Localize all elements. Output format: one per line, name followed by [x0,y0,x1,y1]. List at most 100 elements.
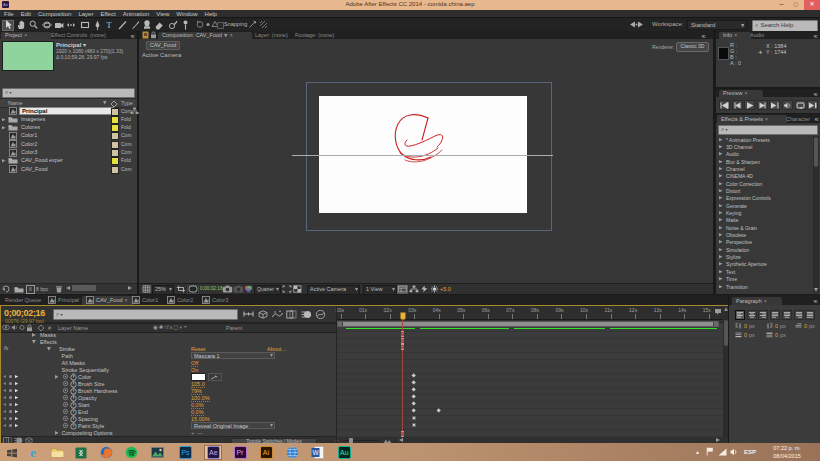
zoom-dropdown-part[interactable] [169,288,172,291]
effects-category[interactable]: 3D Channel [716,143,812,150]
keyframe-navigator[interactable] [3,375,18,378]
justify-last-right-button-part[interactable] [796,312,802,318]
timeline-row-masks[interactable]: Masks [1,331,336,338]
resolution-dropdown-part[interactable]: Quarter [257,286,274,292]
tab-paragraph[interactable]: Paragraph× [732,297,782,306]
line-tool-part[interactable] [118,20,127,30]
effects-category-part[interactable] [719,174,723,178]
effects-category-part-part[interactable] [719,270,723,274]
project-bpc-icon[interactable]: 8 [26,285,35,294]
audition-taskbar-icon-part[interactable]: Au [338,446,351,459]
timeline-row-color-part-part[interactable] [55,375,59,379]
timeline-vscroll-part-part[interactable] [724,307,728,311]
keyframe-navigator[interactable] [3,417,18,420]
snap-option1-icon[interactable] [248,20,257,29]
timeline-row-masks-part-part[interactable] [32,333,36,337]
zoom-dropdown-part[interactable]: 25% [155,286,166,292]
trash-icon-part[interactable] [55,285,63,293]
project-row-name[interactable]: CAV_Food exper [21,157,63,163]
start-taskbar-icon[interactable] [3,445,21,460]
project-hscroll-handle[interactable] [72,285,96,291]
brush-tool-part[interactable] [131,20,140,30]
spotify-taskbar-icon-part[interactable] [125,446,138,459]
timeline-row-stroke-part[interactable] [47,347,51,351]
type-tool-part[interactable]: T [106,21,112,30]
effects-category-part[interactable]: Expression Controls [726,195,771,201]
timeline-row-path[interactable]: PathMascara 1 [1,352,336,359]
effects-category[interactable]: Channel [716,165,812,172]
timeline-button-icon[interactable] [397,285,408,294]
snap-option1-icon-part[interactable] [248,20,257,29]
timeline-zoom-slider-handle[interactable] [349,438,353,443]
internet-explorer-taskbar-icon-part[interactable]: e [30,445,36,461]
tab-color3-part[interactable] [202,296,210,304]
effects-category-part[interactable]: Obsolete [726,232,746,238]
effects-category[interactable]: Noise & Grain [716,224,812,231]
safe-margins-icon[interactable] [176,285,186,293]
keyframe-navigator-part[interactable] [15,417,18,420]
eraser-tool-part[interactable] [154,20,164,30]
label-chip[interactable] [111,116,119,124]
timeline-row-paint-style[interactable]: Paint StyleReveal Original Image [1,422,336,429]
effects-category-part-part[interactable] [719,248,723,252]
effects-category-part[interactable] [719,189,723,193]
effects-panel-menu-icon[interactable]: ▾≡ [815,116,818,122]
keyframe-navigator-part[interactable] [9,403,12,406]
comp-flowchart-icon-part[interactable] [409,285,419,293]
keyframe-navigator-part[interactable] [3,389,6,392]
frame-blending-icon-part[interactable] [286,310,297,319]
tab-close-icon[interactable]: × [24,32,27,38]
view-layout-dropdown-part-part[interactable] [392,288,395,291]
view-dropdown-part-part[interactable] [355,288,358,291]
tab-effects-presets-part[interactable]: × [765,116,768,122]
keyframe-diamond[interactable] [411,381,416,386]
effects-category-part[interactable]: 3D Channel [726,144,752,150]
firefox-taskbar-icon-part[interactable] [100,446,113,459]
previous-frame-button[interactable] [732,100,743,110]
timeline-search-input-part[interactable]: ▾ [60,312,62,317]
effects-category[interactable]: Generate [716,202,812,209]
zoom-tool[interactable] [27,20,39,31]
timeline-row-start[interactable]: Start0.0% [1,401,336,408]
hand-tool[interactable] [15,20,27,31]
effects-category-part[interactable]: Audio [726,151,739,157]
file-explorer-taskbar-icon-part[interactable] [51,447,64,458]
fast-previews-icon-part[interactable] [420,285,429,293]
timeline-row-brush-hardness[interactable]: Brush Hardness79% [1,387,336,394]
keyframe-hold[interactable] [412,423,416,427]
mask-visibility-icon[interactable] [187,285,199,294]
keyframe-navigator-part[interactable] [9,375,12,378]
field-value[interactable]: 0 [775,332,778,338]
column-type[interactable]: Type [121,100,133,106]
tray-flag-icon-part[interactable] [706,447,714,456]
motion-blur-icon-part[interactable] [301,310,312,319]
keyframe-navigator-part[interactable] [15,410,18,413]
keyframe-diamond[interactable] [411,402,416,407]
timeline-row-compositing-options-part-part[interactable] [55,431,59,435]
zoom-dropdown-part-part[interactable] [169,288,172,291]
audition-taskbar-icon[interactable]: Au [335,445,353,460]
justify-last-center-button[interactable] [782,310,792,320]
project-row[interactable]: Color3Com [0,149,137,157]
effects-category[interactable]: Expression Controls [716,195,812,202]
clone-stamp-tool[interactable] [141,20,153,31]
close-button-part[interactable]: ✕ [809,1,814,7]
tab-effect-controls[interactable]: Effect Controls: (none) [47,32,137,40]
line-tool[interactable] [116,20,128,31]
timeline-row-stroke-sequentially[interactable]: Stroke SequentiallyOn [1,366,336,373]
current-time-indicator-handle[interactable] [400,312,406,320]
tray-language[interactable]: ESP [744,449,756,455]
keyframe-navigator-part[interactable] [15,424,18,427]
effects-category-part-part[interactable] [719,160,723,164]
type-tool[interactable]: T [103,20,115,31]
new-folder-icon-part[interactable] [14,286,24,293]
word-taskbar-icon[interactable]: W [308,445,326,460]
effects-category-part-part[interactable] [719,189,723,193]
keyframe-navigator[interactable] [3,382,18,385]
timeline-vscroll-part[interactable] [724,307,728,311]
timeline-row-all-masks[interactable]: All MasksOff [1,359,336,366]
roto-brush-tool-part[interactable] [168,20,178,30]
effects-category-part-part[interactable] [719,204,723,208]
view-dropdown-part[interactable] [355,288,358,291]
paragraph-field[interactable]: 0px [766,322,792,329]
